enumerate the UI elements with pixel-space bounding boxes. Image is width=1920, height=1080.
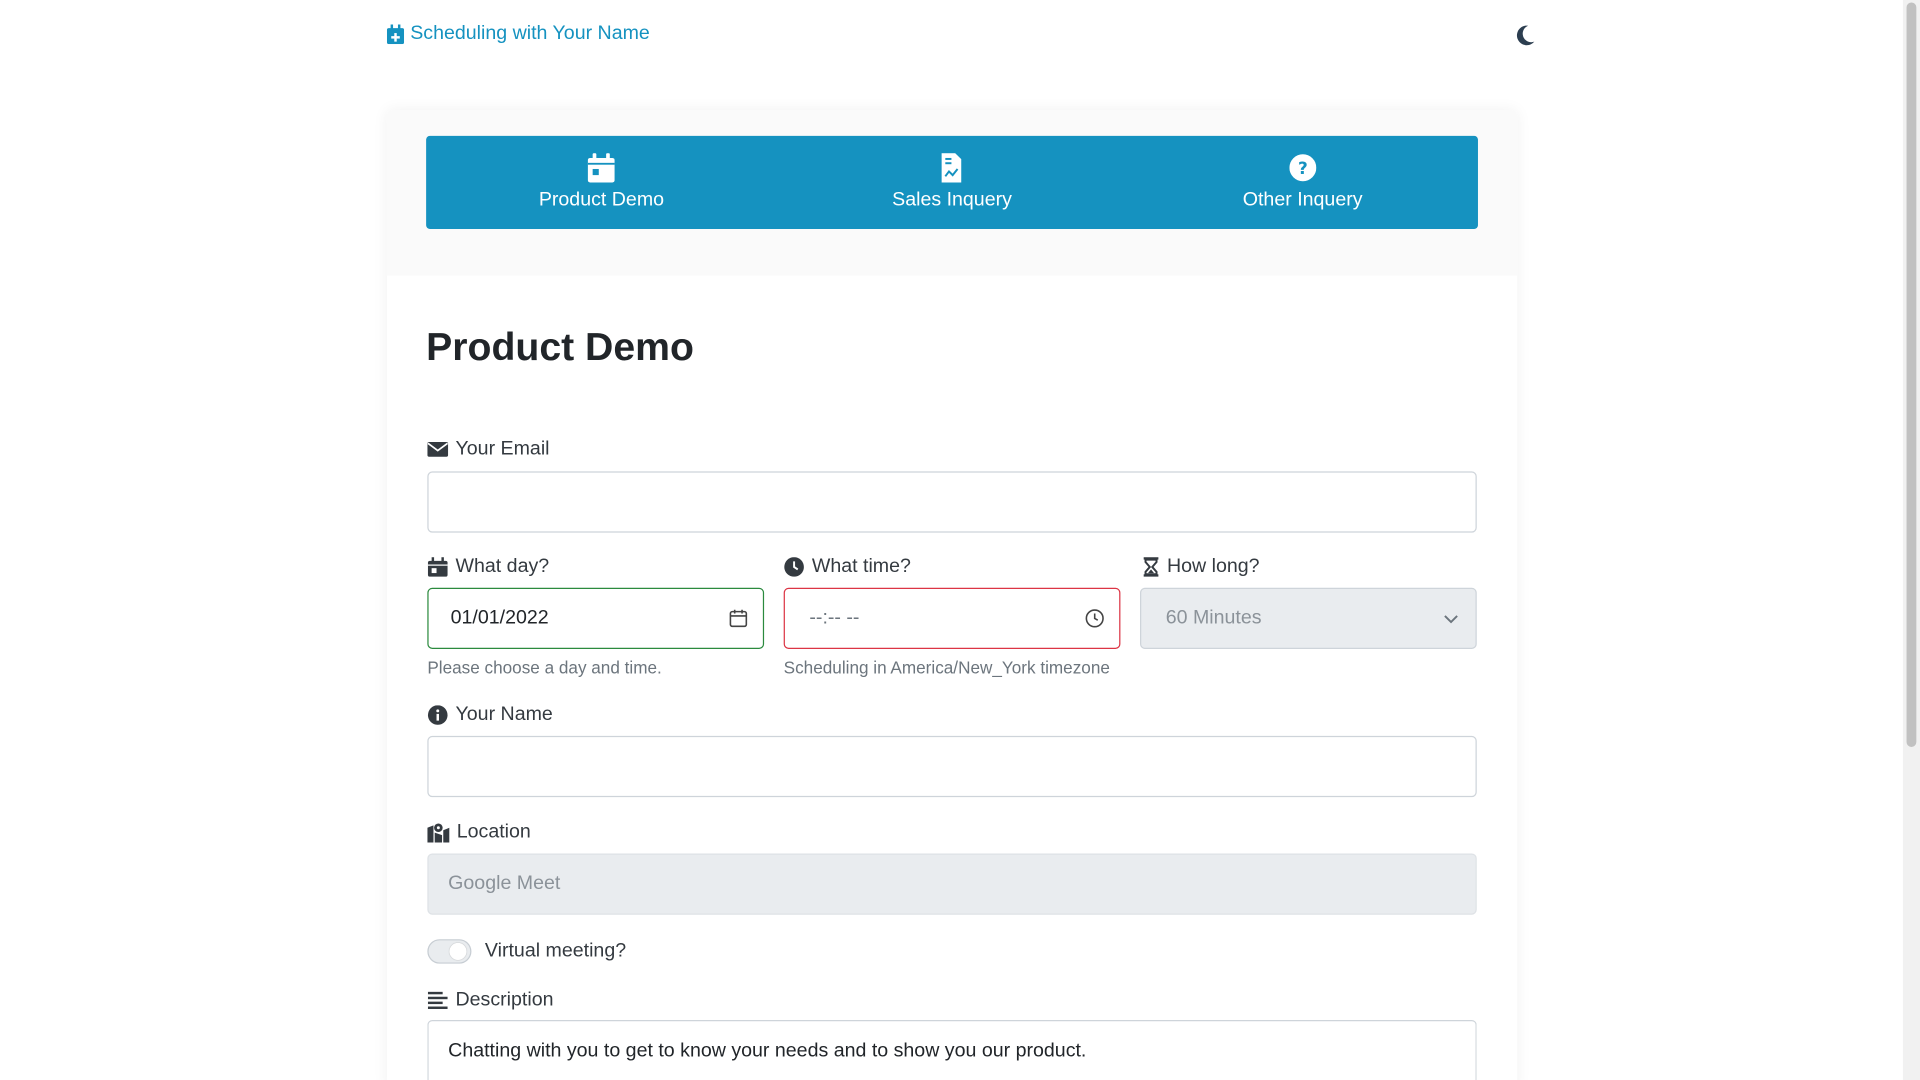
location-label: Location <box>427 821 531 844</box>
card-header: Product Demo Sales Inquery ? Other Inque… <box>386 110 1518 276</box>
duration-label: How long? <box>1142 555 1260 578</box>
time-label-text: What time? <box>811 555 911 577</box>
align-left-icon <box>427 991 448 1009</box>
time-label: What time? <box>784 556 911 578</box>
tab-product-demo[interactable]: Product Demo <box>426 136 777 229</box>
day-value: 01/01/2022 <box>450 607 549 629</box>
map-marker-icon <box>427 823 450 843</box>
virtual-meeting-label-text: Virtual meeting? <box>484 940 627 962</box>
duration-select[interactable]: 60 Minutes <box>1140 587 1477 649</box>
name-label: Your Name <box>427 704 553 726</box>
calendar-picker-icon[interactable] <box>729 609 749 629</box>
day-help-text: Please choose a day and time. <box>427 657 662 678</box>
email-label-text: Your Email <box>455 438 550 460</box>
envelope-icon <box>427 442 449 457</box>
file-chart-icon <box>942 153 962 183</box>
scrollbar-thumb[interactable] <box>1906 2 1917 747</box>
scheduling-card: Product Demo Sales Inquery ? Other Inque… <box>386 110 1518 1080</box>
chevron-down-icon <box>1444 615 1458 624</box>
theme-toggle-button[interactable] <box>1516 24 1536 46</box>
virtual-meeting-toggle[interactable] <box>427 939 472 964</box>
info-circle-icon <box>427 705 448 725</box>
calendar-icon <box>427 557 448 577</box>
page-scrollbar[interactable] <box>1902 0 1920 1080</box>
toggle-knob <box>449 942 467 961</box>
day-field[interactable]: 01/01/2022 <box>427 587 765 649</box>
duration-label-text: How long? <box>1166 555 1260 577</box>
duration-value: 60 Minutes <box>1165 607 1262 629</box>
brand-link[interactable]: Scheduling with Your Name <box>386 23 650 45</box>
tab-label: Other Inquery <box>1242 189 1363 211</box>
location-value: Google Meet <box>448 873 561 894</box>
tab-label: Product Demo <box>538 189 665 211</box>
moon-icon <box>1516 25 1535 46</box>
calendar-plus-icon <box>386 24 405 45</box>
email-label: Your Email <box>427 438 550 460</box>
svg-text:?: ? <box>1298 158 1308 178</box>
question-circle-icon: ? <box>1289 154 1317 182</box>
time-value: --:-- -- <box>809 607 860 629</box>
description-label-text: Description <box>455 989 554 1011</box>
time-help-text: Scheduling in America/New_York timezone <box>783 657 1110 678</box>
time-field[interactable]: --:-- -- <box>783 587 1121 649</box>
location-label-text: Location <box>456 821 531 843</box>
email-field[interactable] <box>427 471 1477 533</box>
meeting-type-tabs: Product Demo Sales Inquery ? Other Inque… <box>426 135 1478 229</box>
brand-label: Scheduling with Your Name <box>410 23 650 45</box>
location-field: Google Meet <box>427 853 1477 915</box>
hourglass-icon <box>1143 557 1159 577</box>
tab-other-inquery[interactable]: ? Other Inquery <box>1127 136 1478 229</box>
description-label: Description <box>427 989 554 1011</box>
day-label-text: What day? <box>455 555 550 577</box>
name-label-text: Your Name <box>455 704 553 725</box>
name-field[interactable] <box>427 735 1477 798</box>
virtual-meeting-label: Virtual meeting? <box>485 940 626 962</box>
description-field[interactable]: Chatting with you to get to know your ne… <box>427 1020 1477 1080</box>
clock-picker-icon[interactable] <box>1085 609 1105 629</box>
tab-sales-inquery[interactable]: Sales Inquery <box>777 136 1128 229</box>
day-label: What day? <box>427 556 549 578</box>
viewport: Scheduling with Your Name Product Demo S… <box>0 0 1920 1080</box>
tab-label: Sales Inquery <box>892 189 1012 211</box>
calendar-icon <box>587 153 615 183</box>
description-value: Chatting with you to get to know your ne… <box>448 1040 1087 1062</box>
page-title: Product Demo <box>426 324 694 369</box>
clock-icon <box>784 557 804 577</box>
